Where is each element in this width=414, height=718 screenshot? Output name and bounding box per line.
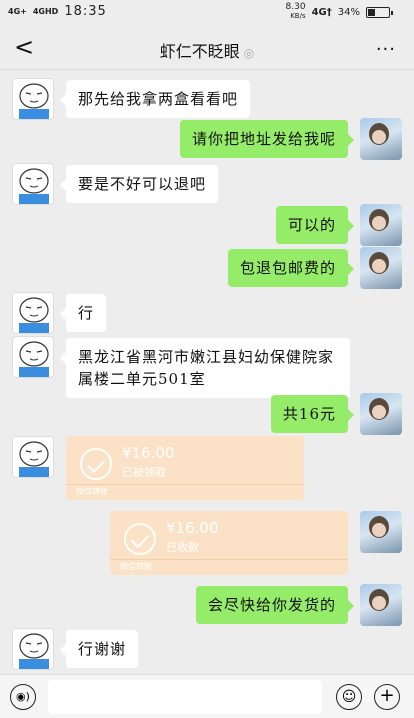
my-avatar[interactable] xyxy=(360,118,402,160)
status-time: 18:35 xyxy=(64,4,107,19)
message-bubble[interactable]: 会尽快给你发货的 xyxy=(195,586,355,624)
ear-icon: ◎ xyxy=(243,46,255,60)
transfer-amount: ¥16.00 xyxy=(122,444,175,462)
check-icon xyxy=(80,448,112,480)
plus-icon[interactable]: + xyxy=(374,684,400,710)
check-icon xyxy=(124,523,156,555)
transfer-card[interactable]: ¥16.00 已被领取 微信转账 xyxy=(66,436,304,500)
message-bubble[interactable]: 包退包邮费的 xyxy=(227,249,355,287)
peer-avatar[interactable] xyxy=(12,292,54,334)
my-avatar[interactable] xyxy=(360,511,402,553)
network-badge-3: 4G† xyxy=(311,6,332,18)
status-bar: 4G+ 4GHD 18:35 8.30 KB/s 4G† 34% xyxy=(0,0,414,24)
network-speed: 8.30 KB/s xyxy=(285,2,306,21)
transfer-footer: 微信转账 xyxy=(120,562,152,571)
my-avatar[interactable] xyxy=(360,204,402,246)
message-bubble[interactable]: 请你把地址发给我呢 xyxy=(179,120,355,158)
more-button[interactable]: ... xyxy=(376,34,396,55)
peer-avatar[interactable] xyxy=(12,628,54,670)
nav-bar: < 虾仁不眨眼 ◎ ... xyxy=(0,24,414,70)
transfer-status: 已收款 xyxy=(166,541,199,554)
chat-title: 虾仁不眨眼 ◎ xyxy=(159,42,255,61)
peer-avatar[interactable] xyxy=(12,163,54,205)
transfer-card[interactable]: ¥16.00 已收款 微信转账 xyxy=(110,511,348,575)
message-bubble[interactable]: 那先给我拿两盒看看吧 xyxy=(59,80,251,118)
message-bubble[interactable]: 行谢谢 xyxy=(59,630,139,668)
message-bubble[interactable]: 黑龙江省黑河市嫩江县妇幼保健院家属楼二单元501室 xyxy=(60,338,350,398)
transfer-amount: ¥16.00 xyxy=(166,519,219,537)
message-input[interactable] xyxy=(48,680,322,714)
my-avatar[interactable] xyxy=(360,584,402,626)
transfer-footer: 微信转账 xyxy=(76,487,108,496)
peer-avatar[interactable] xyxy=(12,336,54,378)
network-badge-1: 4G+ xyxy=(8,6,27,16)
message-bubble[interactable]: 共16元 xyxy=(270,395,355,433)
voice-icon[interactable]: ◉) xyxy=(10,684,36,710)
my-avatar[interactable] xyxy=(360,393,402,435)
battery-icon xyxy=(366,6,393,18)
chat-area[interactable]: 那先给我拿两盒看看吧 请你把地址发给我呢 要是不好可以退吧 可以的 包退包邮费的… xyxy=(0,70,414,674)
message-bubble[interactable]: 要是不好可以退吧 xyxy=(59,165,219,203)
message-bubble[interactable]: 可以的 xyxy=(275,206,355,244)
network-badge-2: 4GHD xyxy=(32,6,59,16)
emoji-icon[interactable]: ☺ xyxy=(336,684,362,710)
my-avatar[interactable] xyxy=(360,247,402,289)
transfer-status: 已被领取 xyxy=(122,466,166,479)
input-bar: ◉) ☺ + xyxy=(0,674,414,718)
message-bubble[interactable]: 行 xyxy=(59,294,107,332)
peer-avatar[interactable] xyxy=(12,436,54,478)
battery-percent: 34% xyxy=(337,6,360,18)
peer-avatar[interactable] xyxy=(12,78,54,120)
